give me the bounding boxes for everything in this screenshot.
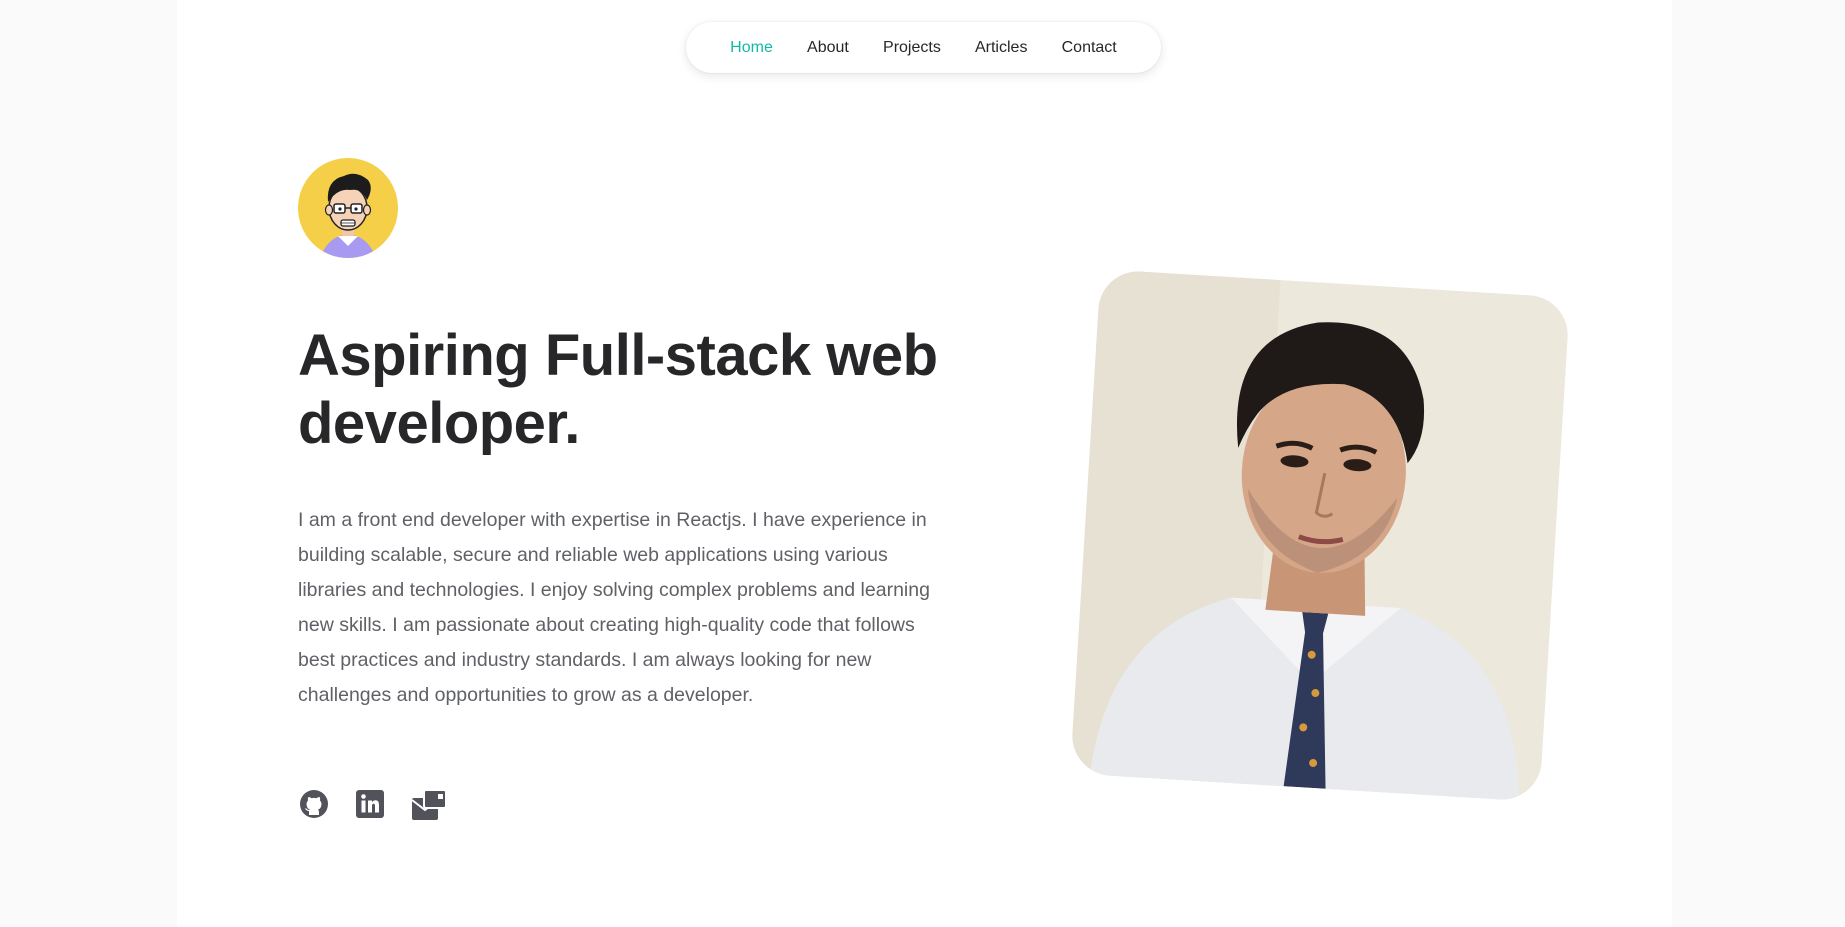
page-title: Aspiring Full-stack web developer. [298, 323, 938, 456]
social-links [298, 788, 447, 822]
nav-articles[interactable]: Articles [975, 39, 1027, 57]
github-link[interactable] [298, 788, 332, 822]
portrait-image [1070, 269, 1570, 802]
nav-about[interactable]: About [807, 39, 849, 57]
nav-home[interactable]: Home [730, 39, 773, 57]
main-nav: Home About Projects Articles Contact [686, 22, 1161, 73]
linkedin-link[interactable] [354, 788, 388, 822]
cartoon-avatar-icon [320, 173, 376, 258]
linkedin-icon [356, 790, 384, 818]
avatar [298, 158, 398, 258]
nav-projects[interactable]: Projects [883, 39, 941, 57]
github-icon [300, 790, 328, 818]
bio-text: I am a front end developer with expertis… [298, 509, 930, 706]
mail-link[interactable] [410, 788, 447, 822]
profile-photo [1070, 269, 1570, 802]
mail-icon [411, 789, 447, 820]
nav-contact[interactable]: Contact [1062, 39, 1117, 57]
